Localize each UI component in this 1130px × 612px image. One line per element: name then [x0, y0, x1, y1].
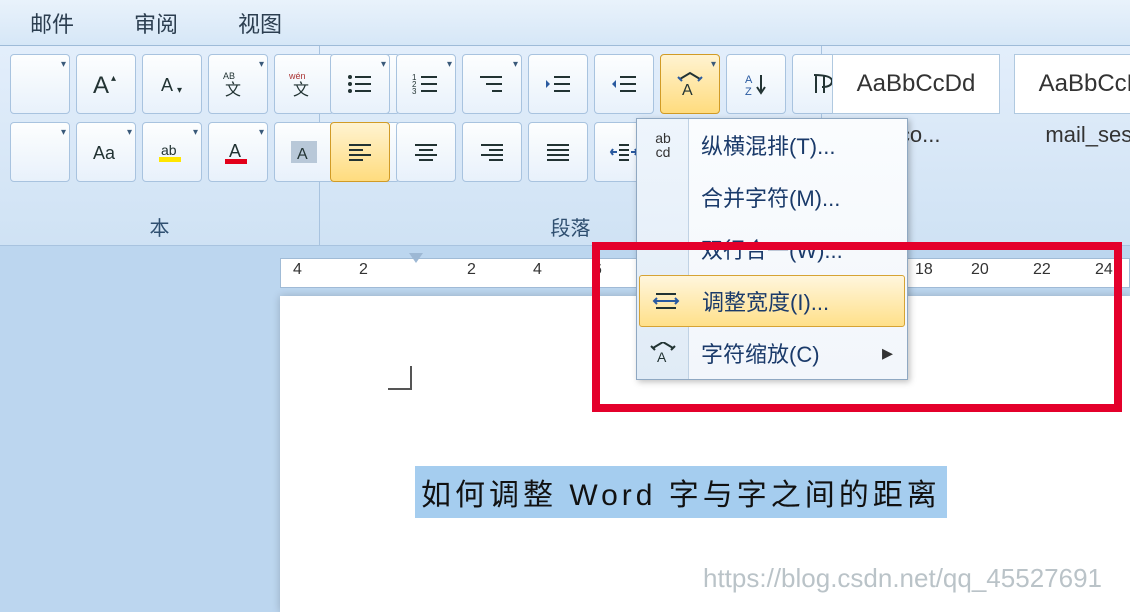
ribbon: ▾ A▴ A▾ AB文▾ wén文 A ▾ Aa▾ ab▾ A▾ A 字 本 ▾…	[0, 46, 1130, 246]
align-left-button[interactable]	[330, 122, 390, 182]
ruler-tick: 22	[1033, 261, 1051, 279]
svg-text:A: A	[93, 72, 109, 99]
asian-layout-button[interactable]: A▾	[660, 54, 720, 114]
asian-layout-dropdown: ab cd 纵横混排(T)... 合并字符(M)... 双行合一(W)... 调…	[636, 118, 908, 380]
menu-item-label: 双行合一(W)...	[701, 233, 843, 265]
style-caption-2: mail_ses...	[1014, 122, 1130, 148]
svg-text:Aa: Aa	[93, 143, 116, 163]
ruler-tick: 20	[971, 261, 989, 279]
font-size-dropdown-button[interactable]: ▾	[10, 122, 70, 182]
character-scaling-icon: A	[647, 337, 679, 369]
ruler-tick: 2	[359, 261, 368, 279]
svg-text:▾: ▾	[177, 85, 182, 96]
bullets-button[interactable]: ▾	[330, 54, 390, 114]
menu-item-label: 纵横混排(T)...	[701, 129, 835, 161]
document-selected-text[interactable]: 如何调整 Word 字与字之间的距离	[415, 466, 947, 518]
menu-item-two-lines[interactable]: 双行合一(W)...	[637, 223, 907, 275]
ruler-tick: 24	[1095, 261, 1113, 279]
align-right-button[interactable]	[462, 122, 522, 182]
style-preview-2[interactable]: AaBbCcDd	[1014, 54, 1130, 114]
shrink-font-button[interactable]: A▾	[142, 54, 202, 114]
font-dropdown-button[interactable]: ▾	[10, 54, 70, 114]
menu-mail[interactable]: 邮件	[30, 7, 74, 39]
phonetic-guide-button[interactable]: AB文▾	[208, 54, 268, 114]
menu-view[interactable]: 视图	[238, 7, 282, 39]
menu-item-label: 调整宽度(I)...	[702, 285, 829, 317]
menu-item-adjust-width[interactable]: 调整宽度(I)...	[639, 275, 905, 327]
svg-text:A: A	[682, 82, 693, 99]
ribbon-group-font: ▾ A▴ A▾ AB文▾ wén文 A ▾ Aa▾ ab▾ A▾ A 字 本	[0, 46, 320, 245]
svg-text:A: A	[745, 74, 753, 86]
menu-bar: 邮件 审阅 视图	[0, 0, 1130, 46]
menu-item-character-scaling[interactable]: A 字符缩放(C) ▸	[637, 327, 907, 379]
abcd-icon: ab cd	[645, 131, 681, 159]
multilevel-list-button[interactable]: ▾	[462, 54, 522, 114]
ruler-tick: 2	[467, 261, 476, 279]
change-case-button[interactable]: Aa▾	[76, 122, 136, 182]
ruler-tick: 6	[593, 261, 602, 279]
svg-text:A: A	[297, 146, 308, 163]
svg-text:文: 文	[293, 81, 309, 99]
submenu-arrow-icon: ▸	[882, 340, 893, 366]
svg-text:A: A	[229, 141, 241, 161]
ruler-tick: 4	[293, 261, 302, 279]
style-preview-1[interactable]: AaBbCcDd	[832, 54, 1000, 114]
svg-text:A: A	[657, 349, 667, 364]
ruler-tick: 18	[915, 261, 933, 279]
menu-review[interactable]: 审阅	[134, 7, 178, 39]
menu-item-label: 字符缩放(C)	[701, 337, 820, 369]
svg-text:A: A	[161, 75, 173, 95]
grow-font-button[interactable]: A▴	[76, 54, 136, 114]
font-color-button[interactable]: A▾	[208, 122, 268, 182]
numbering-button[interactable]: 123▾	[396, 54, 456, 114]
increase-indent-button[interactable]	[594, 54, 654, 114]
svg-text:▴: ▴	[111, 73, 116, 84]
menu-item-label: 合并字符(M)...	[701, 181, 840, 213]
menu-item-combine-characters[interactable]: 合并字符(M)...	[637, 171, 907, 223]
svg-text:Z: Z	[745, 86, 752, 98]
sort-button[interactable]: AZ	[726, 54, 786, 114]
svg-text:AB: AB	[223, 71, 235, 81]
svg-text:wén: wén	[288, 71, 306, 81]
svg-text:ab: ab	[161, 142, 177, 158]
ruler-area: 4224618202224	[0, 246, 1130, 296]
svg-text:文: 文	[225, 81, 241, 99]
adjust-width-icon	[650, 285, 682, 317]
align-justify-button[interactable]	[528, 122, 588, 182]
ribbon-group-label: 本	[10, 208, 309, 241]
menu-item-vertical-horizontal[interactable]: ab cd 纵横混排(T)...	[637, 119, 907, 171]
paragraph-mark-icon	[388, 366, 412, 390]
align-center-button[interactable]	[396, 122, 456, 182]
watermark-text: https://blog.csdn.net/qq_45527691	[703, 563, 1102, 594]
decrease-indent-button[interactable]	[528, 54, 588, 114]
highlight-button[interactable]: ab▾	[142, 122, 202, 182]
svg-text:3: 3	[412, 87, 417, 96]
ruler-indent-marker-icon[interactable]	[409, 253, 423, 265]
ruler-tick: 4	[533, 261, 542, 279]
